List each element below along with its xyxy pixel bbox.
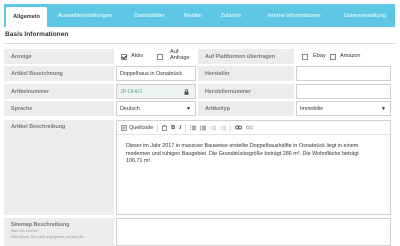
source-code-icon <box>121 124 127 131</box>
artikelnummer-label: Artikelnummer <box>4 84 114 99</box>
quellcode-label: Quellcode <box>129 124 154 131</box>
herstellernummer-label: Herstellernummer <box>198 84 294 99</box>
hersteller-input[interactable] <box>296 66 391 81</box>
tab-zubehoer[interactable]: Zubehör <box>210 4 252 27</box>
lock-icon <box>184 89 189 95</box>
toolbar-separator <box>157 123 159 132</box>
unlink-icon <box>246 125 254 130</box>
toolbar-separator <box>230 123 232 132</box>
numbered-list-icon <box>190 124 197 130</box>
clipboard-icon <box>162 124 168 131</box>
tab-datenblaetter[interactable]: Datenblätter <box>123 4 176 27</box>
tab-medien[interactable]: Medien <box>176 4 210 27</box>
sprache-select[interactable]: Deutsch ▼ <box>116 101 196 116</box>
bezeichnung-input[interactable]: Doppelhaus in Osnabrück <box>116 66 196 81</box>
anzeige-options: Aktiv Auf Anfrage <box>116 49 196 64</box>
outdent-icon <box>210 125 217 130</box>
numbered-list-button[interactable] <box>190 124 197 131</box>
ebay-checkbox[interactable] <box>302 54 308 60</box>
unlink-button[interactable] <box>246 125 254 130</box>
beschreibung-label: Artikel Beschreibung <box>4 120 114 215</box>
sprache-label: Sprache <box>4 101 114 116</box>
plattformen-options: Ebay Amazon <box>296 49 391 64</box>
sprache-value: Deutsch <box>120 105 140 112</box>
aktiv-label: Aktiv <box>131 53 144 59</box>
artikelnummer-input[interactable]: JP-DHH1 <box>116 84 196 99</box>
anzeige-label: Anzeige <box>4 49 114 64</box>
bezeichnung-label: Artikel Bezeichnung <box>4 66 114 81</box>
section-divider <box>4 43 395 44</box>
indent-icon <box>220 125 227 130</box>
paste-button[interactable] <box>162 124 168 131</box>
artikeltyp-label: Artikeltyp <box>198 101 294 116</box>
bullet-list-icon <box>200 125 207 130</box>
outdent-button[interactable] <box>210 125 217 131</box>
auf-anfrage-checkbox[interactable] <box>157 54 163 60</box>
tab-auswahleinstellungen[interactable]: Auswahleinstellungen <box>47 4 123 27</box>
ebay-label: Ebay <box>313 53 326 59</box>
tab-datenverwaltung[interactable]: Datenverwaltung <box>336 4 394 27</box>
artikeltyp-select[interactable]: Immobilie ▼ <box>296 101 391 116</box>
artikeltyp-value: Immobilie <box>300 105 324 112</box>
plattformen-label: Auf Plattformen übertragen <box>198 49 294 64</box>
quellcode-button[interactable]: Quellcode <box>121 125 153 131</box>
sitemap-hint: Wird dieser Text nicht angegeben, so wir… <box>11 235 84 239</box>
herstellernummer-input[interactable] <box>296 84 391 99</box>
sitemap-sublabel: Max 200 Zeichen <box>11 229 39 233</box>
editor-toolbar: Quellcode B I <box>117 121 390 135</box>
sitemap-label: Sitemap Beschreibung <box>11 222 70 228</box>
sitemap-textarea[interactable] <box>116 218 391 246</box>
beschreibung-text[interactable]: Dieser im Jahr 2017 in massiver Bauweise… <box>126 143 376 166</box>
link-icon <box>235 125 243 130</box>
chevron-down-icon: ▼ <box>186 105 191 112</box>
chevron-down-icon: ▼ <box>381 105 386 112</box>
beschreibung-editor[interactable]: Quellcode B I Dieser im Jahr 2017 in mas… <box>116 120 391 215</box>
indent-button[interactable] <box>220 125 227 131</box>
sitemap-label-cell: Sitemap Beschreibung Max 200 Zeichen Wir… <box>4 218 114 246</box>
link-button[interactable] <box>235 125 243 130</box>
bold-button[interactable]: B <box>171 125 175 131</box>
amazon-label: Amazon <box>340 53 361 59</box>
tab-interne-informationen[interactable]: Interne Informationen <box>252 4 336 27</box>
tab-bar: Allgemein Auswahleinstellungen Datenblät… <box>4 4 395 27</box>
tab-allgemein[interactable]: Allgemein <box>6 7 47 27</box>
aktiv-checkbox[interactable] <box>121 54 127 60</box>
toolbar-separator <box>185 123 187 132</box>
artikelnummer-value: JP-DHH1 <box>120 88 143 95</box>
section-title: Basis Informationen <box>5 31 69 38</box>
italic-button[interactable]: I <box>179 125 181 131</box>
hersteller-label: Hersteller <box>198 66 294 81</box>
auf-anfrage-label: Auf Anfrage <box>170 49 190 61</box>
bullet-list-button[interactable] <box>200 125 207 131</box>
amazon-checkbox[interactable] <box>330 54 336 60</box>
